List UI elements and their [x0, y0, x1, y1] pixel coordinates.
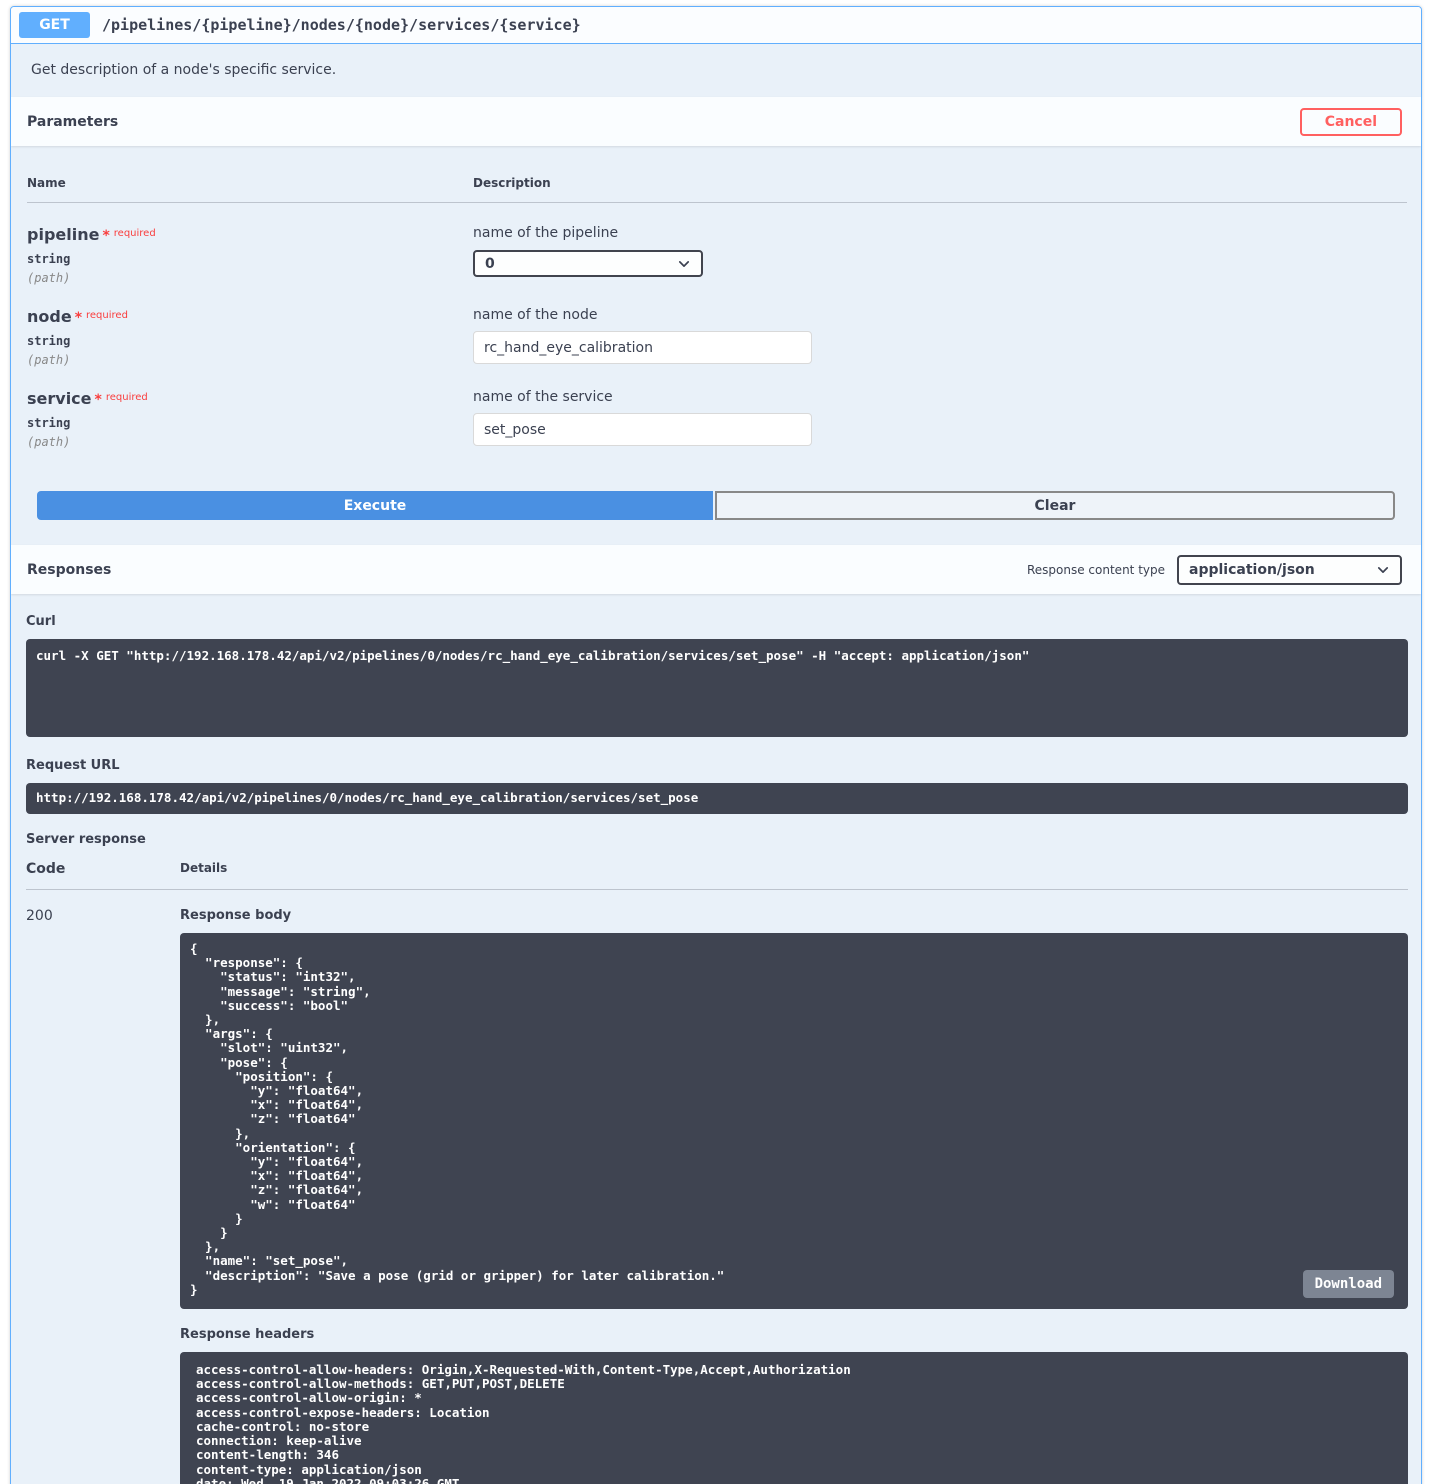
parameter-name: node	[27, 307, 72, 326]
column-header-description: Description	[473, 176, 1407, 190]
response-body-label: Response body	[180, 908, 1408, 923]
responses-body: Curl curl -X GET "http://192.168.178.42/…	[11, 594, 1421, 1484]
response-content-type-label: Response content type	[1027, 563, 1165, 577]
response-body-json: { "response": { "status": "int32", "mess…	[190, 942, 1398, 1297]
execute-row: Execute Clear	[11, 491, 1421, 545]
parameter-type: string	[27, 334, 473, 348]
request-url-label: Request URL	[26, 758, 1408, 773]
parameter-location: (path)	[27, 435, 473, 449]
parameter-location: (path)	[27, 271, 473, 285]
server-response-label: Server response	[26, 832, 1408, 847]
parameter-name: service	[27, 389, 92, 408]
parameter-value-cell: name of the node	[473, 307, 1407, 367]
parameters-header: Parameters Cancel	[11, 97, 1421, 146]
curl-command-text: curl -X GET "http://192.168.178.42/api/v…	[36, 649, 1398, 663]
required-label: required	[114, 228, 156, 239]
operation-description: Get description of a node's specific ser…	[11, 44, 1421, 97]
chevron-down-icon	[677, 257, 691, 271]
response-details-cell: Response body { "response": { "status": …	[180, 908, 1408, 1484]
response-headers-block: access-control-allow-headers: Origin,X-R…	[180, 1352, 1408, 1484]
response-headers-label: Response headers	[180, 1327, 1408, 1342]
parameter-name: pipeline	[27, 225, 99, 244]
request-url-text: http://192.168.178.42/api/v2/pipelines/0…	[36, 791, 698, 805]
parameter-location: (path)	[27, 353, 473, 367]
operation-block-get-service: GET /pipelines/{pipeline}/nodes/{node}/s…	[10, 6, 1422, 1484]
clear-button[interactable]: Clear	[715, 491, 1395, 520]
execute-button[interactable]: Execute	[37, 491, 713, 520]
service-input[interactable]	[473, 413, 812, 446]
parameter-meta: service* required string (path)	[27, 389, 473, 449]
responses-title: Responses	[27, 562, 111, 578]
download-button[interactable]: Download	[1303, 1270, 1394, 1298]
curl-command-block[interactable]: curl -X GET "http://192.168.178.42/api/v…	[26, 639, 1408, 737]
parameter-row-service: service* required string (path) name of t…	[27, 367, 1407, 449]
parameter-value-cell: name of the pipeline 0	[473, 225, 1407, 285]
http-method-badge: GET	[19, 12, 90, 38]
parameter-description: name of the pipeline	[473, 225, 1407, 241]
response-content-type-group: Response content type application/json	[1027, 555, 1402, 585]
parameter-row-node: node* required string (path) name of the …	[27, 285, 1407, 367]
column-header-name: Name	[27, 176, 473, 190]
parameters-title: Parameters	[27, 114, 118, 130]
required-asterisk: *	[75, 310, 82, 326]
parameter-type: string	[27, 252, 473, 266]
parameter-meta: pipeline* required string (path)	[27, 225, 473, 285]
required-label: required	[86, 310, 128, 321]
parameter-row-pipeline: pipeline* required string (path) name of …	[27, 203, 1407, 285]
curl-label: Curl	[26, 614, 1408, 629]
response-headers-text: access-control-allow-headers: Origin,X-R…	[196, 1363, 1398, 1484]
response-body-block: { "response": { "status": "int32", "mess…	[180, 933, 1408, 1309]
pipeline-select-value: 0	[485, 256, 495, 272]
parameter-type: string	[27, 416, 473, 430]
parameter-meta: node* required string (path)	[27, 307, 473, 367]
parameters-table: Name Description pipeline*required strin…	[11, 146, 1421, 491]
server-response-column-headers: Code Details	[26, 861, 1408, 890]
parameters-column-headers: Name Description	[27, 176, 1407, 203]
pipeline-select[interactable]: 0	[473, 250, 703, 277]
parameter-value-cell: name of the service	[473, 389, 1407, 449]
parameter-description: name of the service	[473, 389, 1407, 405]
endpoint-path: /pipelines/{pipeline}/nodes/{node}/servi…	[102, 16, 581, 34]
column-header-code: Code	[26, 861, 180, 877]
required-label: required	[106, 392, 148, 403]
required-asterisk: *	[95, 392, 102, 408]
required-asterisk: *	[102, 228, 109, 244]
status-code: 200	[26, 908, 180, 1484]
operation-summary[interactable]: GET /pipelines/{pipeline}/nodes/{node}/s…	[11, 7, 1421, 44]
column-header-details: Details	[180, 861, 1408, 877]
response-content-type-value: application/json	[1189, 562, 1315, 578]
cancel-button[interactable]: Cancel	[1300, 108, 1402, 136]
node-input[interactable]	[473, 331, 812, 364]
chevron-down-icon	[1376, 563, 1390, 577]
parameter-description: name of the node	[473, 307, 1407, 323]
request-url-block: http://192.168.178.42/api/v2/pipelines/0…	[26, 783, 1408, 814]
server-response-row: 200 Response body { "response": { "statu…	[26, 890, 1408, 1484]
response-content-type-select[interactable]: application/json	[1177, 555, 1402, 585]
responses-header: Responses Response content type applicat…	[11, 545, 1421, 594]
